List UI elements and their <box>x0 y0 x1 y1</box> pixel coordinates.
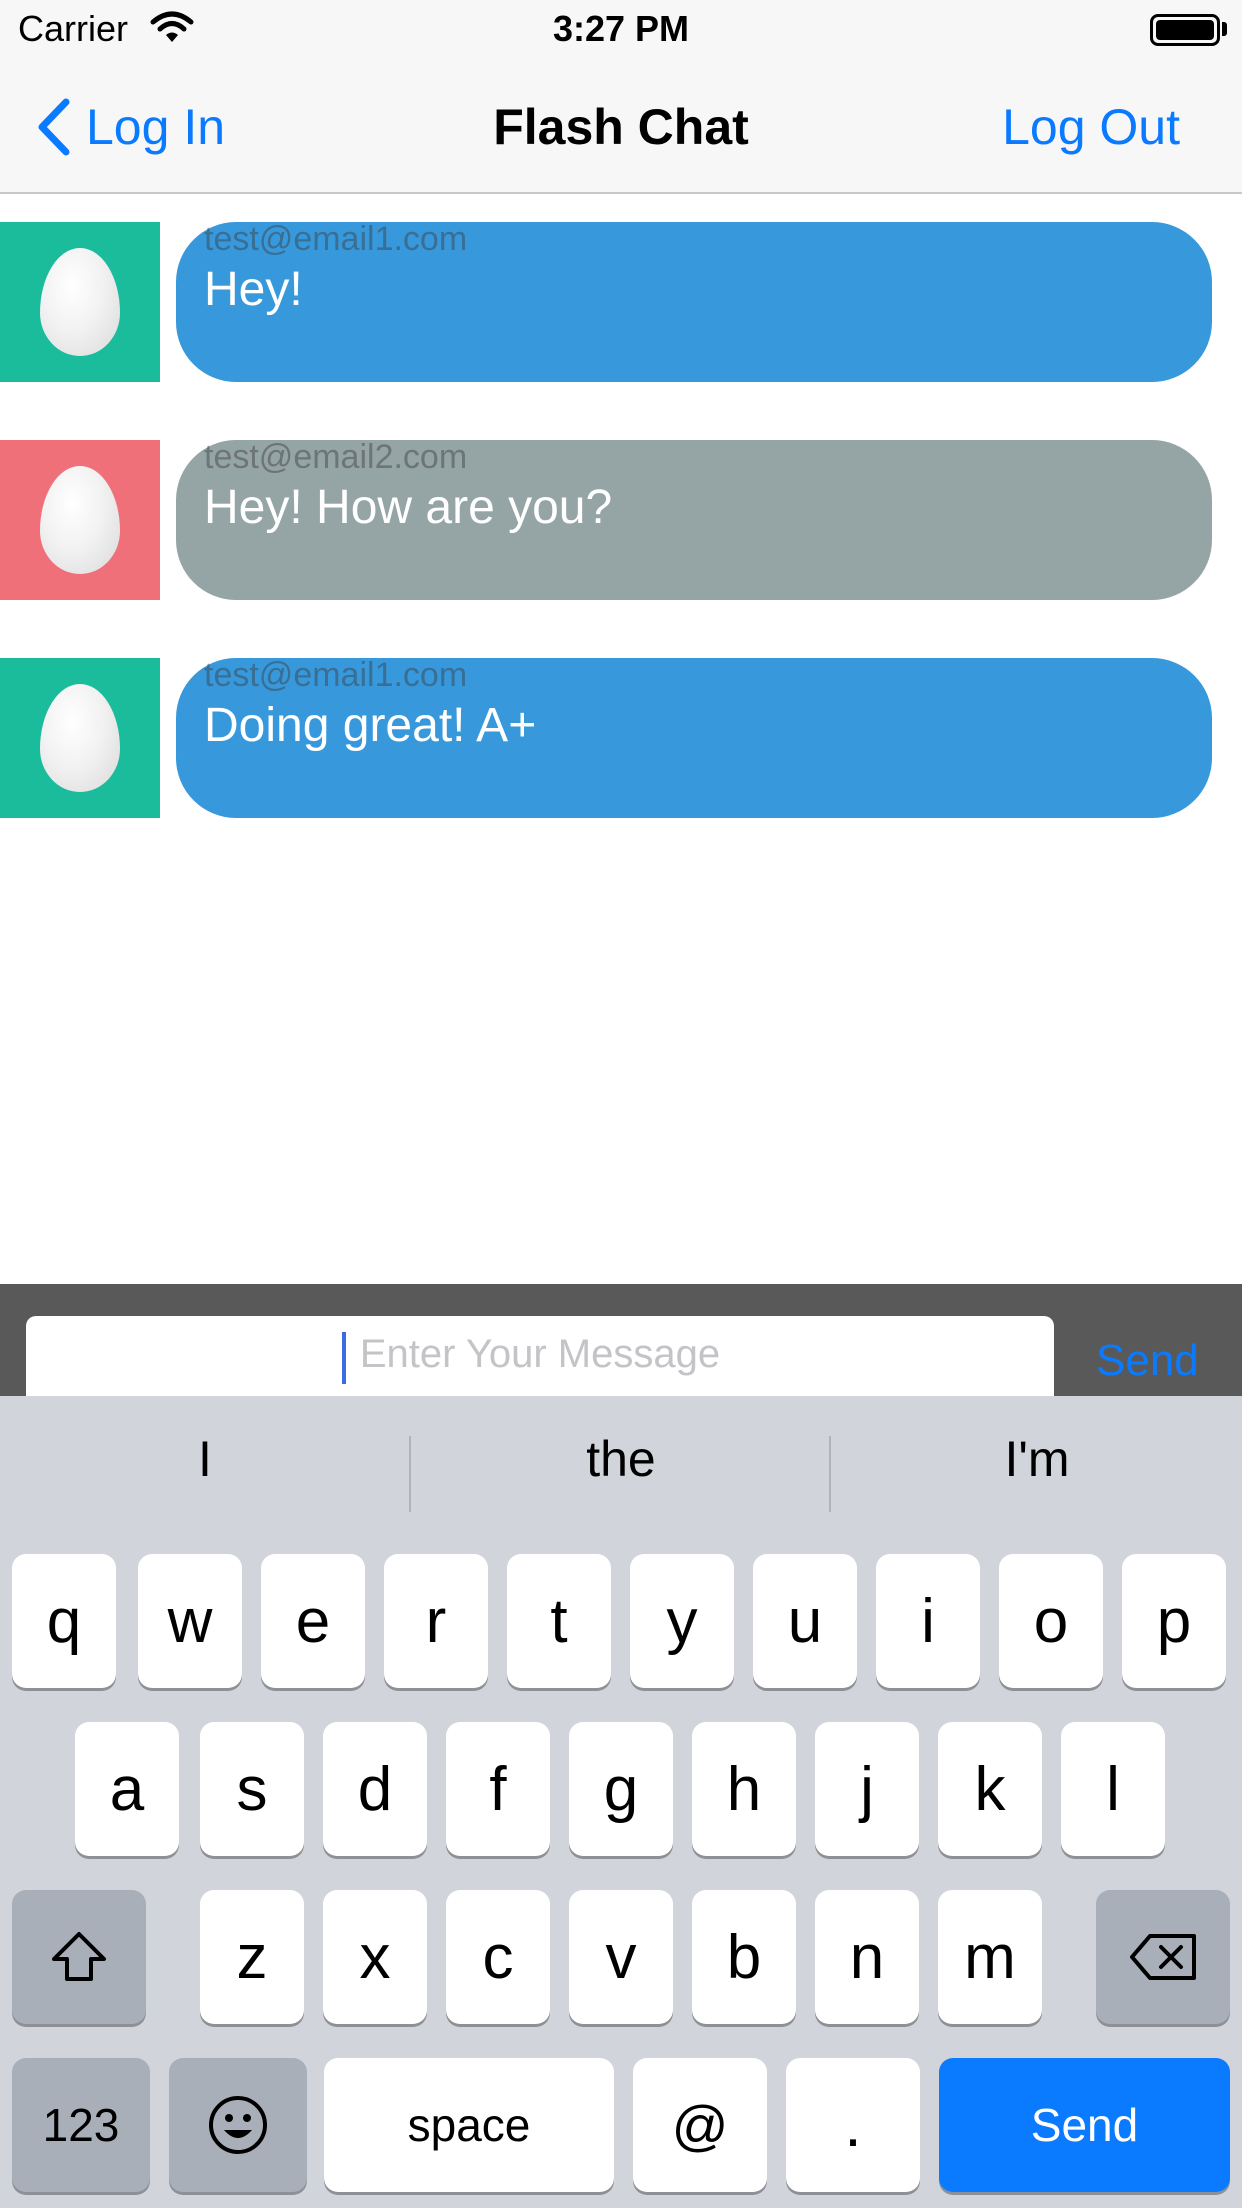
clock: 3:27 PM <box>552 8 690 49</box>
message-bubble: test@email2.com Hey! How are you? <box>176 438 1212 600</box>
text-caret <box>342 1332 346 1384</box>
message-bubble: test@email1.com Hey! <box>176 220 1212 382</box>
key-i[interactable]: i <box>876 1554 980 1688</box>
battery-tip <box>1222 22 1227 36</box>
egg-avatar-icon <box>40 248 120 356</box>
send-button[interactable]: Send <box>1096 1336 1199 1386</box>
key-u[interactable]: u <box>753 1554 857 1688</box>
key-x[interactable]: x <box>323 1890 427 2024</box>
key-r[interactable]: r <box>384 1554 488 1688</box>
key-v[interactable]: v <box>569 1890 673 2024</box>
message-text: Hey! <box>204 263 303 316</box>
key-e[interactable]: e <box>261 1554 365 1688</box>
emoji-icon <box>209 2096 267 2154</box>
key-h[interactable]: h <box>692 1722 796 1856</box>
at-key[interactable]: @ <box>633 2058 767 2192</box>
egg-avatar-icon <box>40 684 120 792</box>
period-key[interactable]: . <box>786 2058 920 2192</box>
key-z[interactable]: z <box>200 1890 304 2024</box>
message-text: Doing great! A+ <box>204 699 537 752</box>
key-m[interactable]: m <box>938 1890 1042 2024</box>
suggestion-divider <box>409 1436 411 1512</box>
key-w[interactable]: w <box>138 1554 242 1688</box>
key-g[interactable]: g <box>569 1722 673 1856</box>
key-j[interactable]: j <box>815 1722 919 1856</box>
avatar <box>0 440 160 600</box>
message-bubble: test@email1.com Doing great! A+ <box>176 656 1212 818</box>
message-input-placeholder: Enter Your Message <box>359 1332 721 1376</box>
egg-avatar-icon <box>40 466 120 574</box>
suggestion-divider <box>829 1436 831 1512</box>
suggestion-1[interactable]: I <box>0 1430 410 1488</box>
key-q[interactable]: q <box>12 1554 116 1688</box>
shift-key[interactable] <box>12 1890 146 2024</box>
key-n[interactable]: n <box>815 1890 919 2024</box>
log-out-button[interactable]: Log Out <box>1002 98 1180 156</box>
message-sender: test@email2.com <box>204 438 468 476</box>
emoji-key[interactable] <box>169 2058 307 2192</box>
avatar <box>0 222 160 382</box>
message-row: test@email2.com Hey! How are you? <box>0 438 1242 600</box>
key-t[interactable]: t <box>507 1554 611 1688</box>
key-s[interactable]: s <box>200 1722 304 1856</box>
numbers-key[interactable]: 123 <box>12 2058 150 2192</box>
key-a[interactable]: a <box>75 1722 179 1856</box>
key-f[interactable]: f <box>446 1722 550 1856</box>
key-c[interactable]: c <box>446 1890 550 2024</box>
key-y[interactable]: y <box>630 1554 734 1688</box>
key-p[interactable]: p <box>1122 1554 1226 1688</box>
delete-key[interactable] <box>1096 1890 1230 2024</box>
message-sender: test@email1.com <box>204 220 468 258</box>
suggestion-2[interactable]: the <box>416 1430 826 1488</box>
suggestion-3[interactable]: I'm <box>832 1430 1242 1488</box>
return-send-key[interactable]: Send <box>939 2058 1230 2192</box>
key-l[interactable]: l <box>1061 1722 1165 1856</box>
battery-icon <box>1150 14 1220 46</box>
key-o[interactable]: o <box>999 1554 1103 1688</box>
message-sender: test@email1.com <box>204 656 468 694</box>
key-k[interactable]: k <box>938 1722 1042 1856</box>
message-row: test@email1.com Doing great! A+ <box>0 656 1242 818</box>
avatar <box>0 658 160 818</box>
space-key[interactable]: space <box>324 2058 614 2192</box>
message-row: test@email1.com Hey! <box>0 220 1242 382</box>
key-b[interactable]: b <box>692 1890 796 2024</box>
shift-icon <box>52 1932 106 1981</box>
key-d[interactable]: d <box>323 1722 427 1856</box>
backspace-icon <box>1130 1934 1196 1980</box>
message-text: Hey! How are you? <box>204 481 613 534</box>
